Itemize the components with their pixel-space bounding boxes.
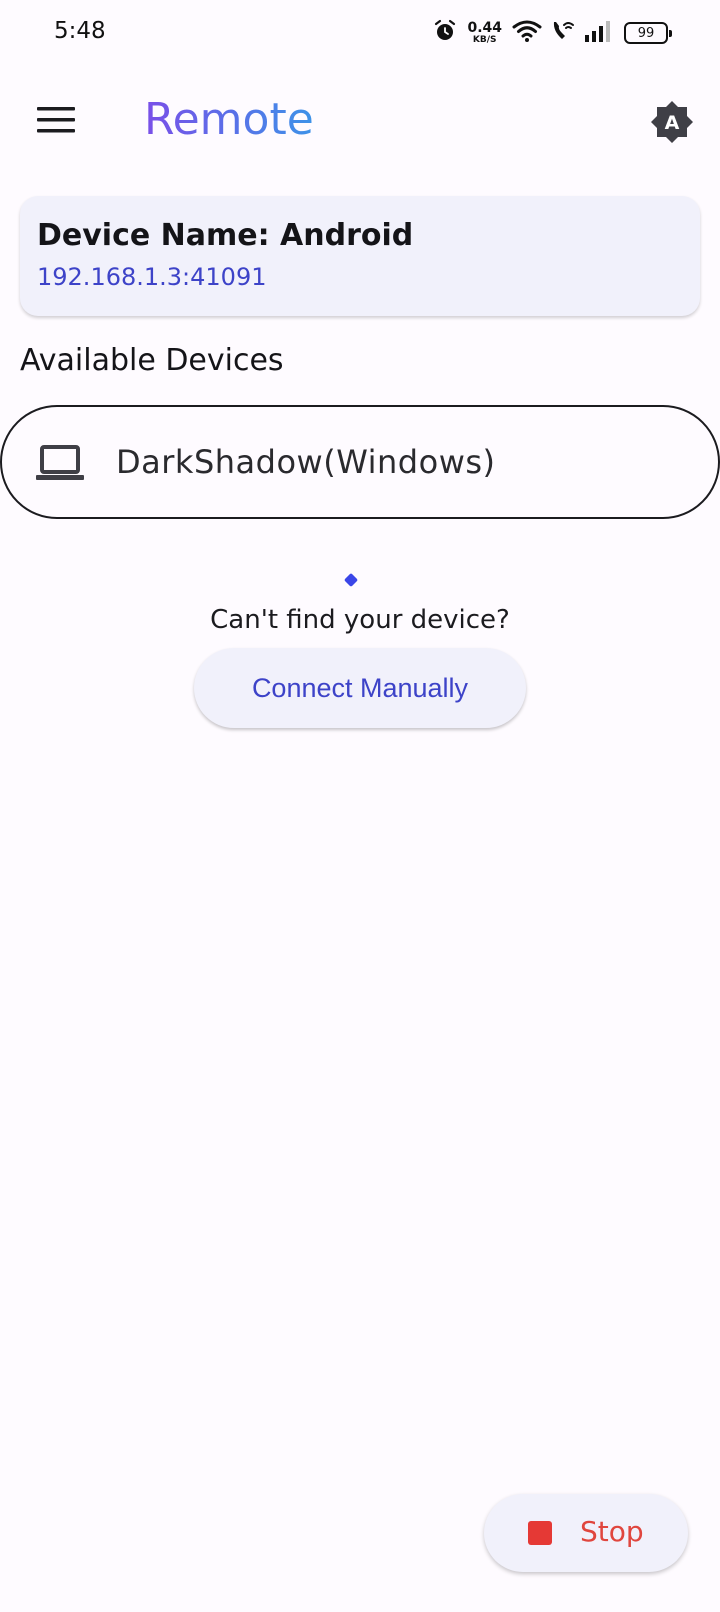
stop-button-label: Stop [580,1515,644,1548]
laptop-icon [36,445,84,480]
wifi-calling-icon [550,19,576,47]
status-bar: 5:48 0.44 KB/S 99 [0,0,720,66]
network-speed-value: 0.44 [467,20,502,36]
app-title: Remote [144,92,314,148]
available-devices-heading: Available Devices [20,343,284,378]
auto-theme-icon: A [651,101,693,143]
cant-find-prompt: Can't find your device? [210,605,510,635]
stop-icon [528,1521,552,1545]
network-speed: 0.44 KB/S [467,21,502,45]
this-device-card: Device Name: Android 192.168.1.3:41091 [20,196,700,316]
device-address: 192.168.1.3:41091 [37,263,267,291]
device-list-item-label: DarkShadow(Windows) [116,443,496,481]
menu-icon [37,107,75,133]
alarm-icon [433,19,457,47]
stop-button[interactable]: Stop [484,1494,688,1572]
wifi-icon [512,19,542,47]
theme-toggle-button[interactable]: A [646,96,698,148]
menu-button[interactable] [30,94,82,146]
signal-icon [584,20,612,46]
loading-spinner [343,572,359,588]
status-icons: 0.44 KB/S 99 [433,18,672,48]
battery-icon: 99 [624,22,672,44]
connect-manually-button[interactable]: Connect Manually [194,648,526,728]
screen: 5:48 0.44 KB/S 99 Remote A Device Name: … [0,0,720,1612]
device-name: Device Name: Android [37,218,414,253]
theme-badge-letter: A [665,112,680,134]
device-list-item[interactable]: DarkShadow(Windows) [0,405,720,519]
battery-level: 99 [637,25,655,41]
network-speed-unit: KB/S [472,35,497,45]
status-time: 5:48 [54,18,106,44]
